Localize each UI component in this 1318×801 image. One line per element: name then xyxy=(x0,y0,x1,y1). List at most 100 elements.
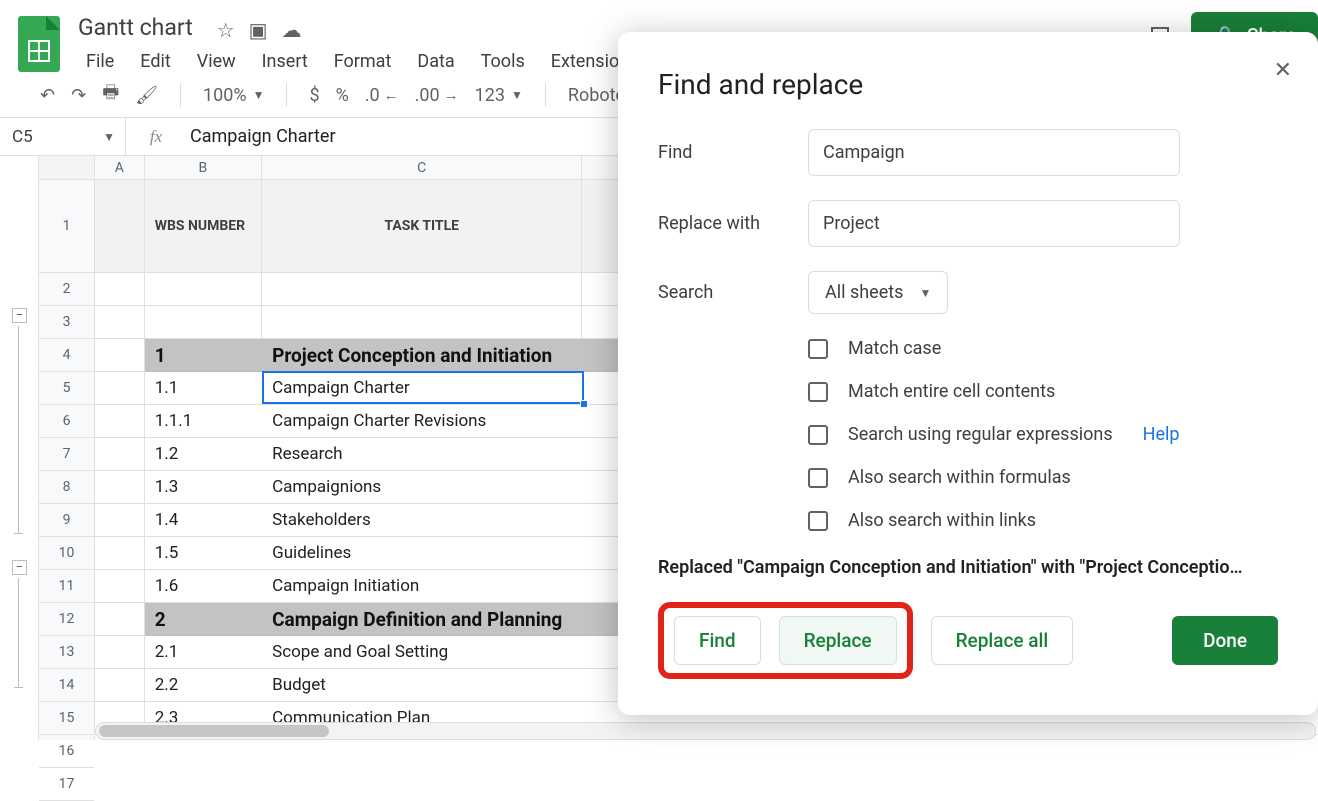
checkbox-input[interactable] xyxy=(808,468,828,488)
regex-help-link[interactable]: Help xyxy=(1143,424,1180,445)
paint-format-button[interactable]: 🖌 xyxy=(131,81,162,110)
name-box[interactable]: C5 ▼ xyxy=(0,118,126,155)
menu-format[interactable]: Format xyxy=(324,49,402,74)
search-links-checkbox[interactable]: Also search within links xyxy=(808,510,1278,531)
cell[interactable] xyxy=(95,570,145,603)
row-header[interactable]: 16 xyxy=(39,735,94,768)
cell-title[interactable]: Budget xyxy=(262,669,582,702)
cell-wbs[interactable]: 1.1.1 xyxy=(145,405,262,438)
row-header[interactable]: 2 xyxy=(39,273,94,306)
number-format-select[interactable]: 123▼ xyxy=(471,81,527,110)
regex-checkbox[interactable]: Search using regular expressionsHelp xyxy=(808,424,1278,445)
cell[interactable] xyxy=(95,405,145,438)
row-header[interactable]: 10 xyxy=(39,537,94,570)
decrease-decimal-button[interactable]: .0← xyxy=(361,81,403,110)
star-icon[interactable]: ☆ xyxy=(217,18,235,42)
cell-wbs[interactable]: 2.2 xyxy=(145,669,262,702)
checkbox-input[interactable] xyxy=(808,511,828,531)
cell-title[interactable]: Research xyxy=(262,438,582,471)
menu-tools[interactable]: Tools xyxy=(471,49,535,74)
row-header[interactable]: 14 xyxy=(39,669,94,702)
cell[interactable] xyxy=(95,669,145,702)
checkbox-input[interactable] xyxy=(808,339,828,359)
group-collapse-button[interactable]: − xyxy=(12,308,27,323)
cell-title[interactable] xyxy=(262,273,582,306)
search-scope-select[interactable]: All sheets ▼ xyxy=(808,271,948,314)
row-header[interactable]: 15 xyxy=(39,702,94,735)
zoom-select[interactable]: 100%▼ xyxy=(199,81,268,110)
column-header[interactable]: C xyxy=(262,156,582,179)
cell-title[interactable]: Scope and Goal Setting xyxy=(262,636,582,669)
cell[interactable] xyxy=(95,306,145,339)
cell-wbs[interactable]: WBS NUMBER xyxy=(145,180,262,273)
replace-button[interactable]: Replace xyxy=(779,616,897,665)
group-collapse-button[interactable]: − xyxy=(12,560,27,575)
row-header[interactable]: 4 xyxy=(39,339,94,372)
cell[interactable] xyxy=(95,438,145,471)
horizontal-scrollbar[interactable] xyxy=(95,722,1316,740)
document-title[interactable]: Gantt chart xyxy=(76,10,195,45)
cell-title[interactable]: Campaignions xyxy=(262,471,582,504)
cell-title[interactable]: Stakeholders xyxy=(262,504,582,537)
menu-view[interactable]: View xyxy=(187,49,246,74)
cell-wbs[interactable]: 1.3 xyxy=(145,471,262,504)
row-header[interactable]: 8 xyxy=(39,471,94,504)
cell[interactable] xyxy=(95,636,145,669)
increase-decimal-button[interactable]: .00→ xyxy=(411,81,463,110)
row-header[interactable]: 12 xyxy=(39,603,94,636)
cell[interactable] xyxy=(95,180,145,273)
percent-format-button[interactable]: % xyxy=(332,81,353,110)
cell-wbs[interactable]: 1.6 xyxy=(145,570,262,603)
close-icon[interactable]: ✕ xyxy=(1274,58,1292,83)
cell-title[interactable]: Project Conception and Initiation xyxy=(262,339,582,372)
find-input[interactable] xyxy=(808,129,1180,176)
move-folder-icon[interactable]: ▣ xyxy=(249,18,268,42)
cell-wbs[interactable]: 2 xyxy=(145,603,262,636)
find-button[interactable]: Find xyxy=(674,616,761,665)
cell[interactable] xyxy=(95,471,145,504)
scrollbar-thumb[interactable] xyxy=(99,725,329,737)
cell-title[interactable]: Guidelines xyxy=(262,537,582,570)
cell-wbs[interactable]: 1.1 xyxy=(145,372,262,405)
column-header[interactable]: A xyxy=(95,156,145,179)
currency-format-button[interactable]: $ xyxy=(305,81,323,110)
undo-button[interactable]: ↶ xyxy=(36,81,59,110)
done-button[interactable]: Done xyxy=(1172,616,1278,665)
menu-edit[interactable]: Edit xyxy=(130,49,180,74)
cell[interactable] xyxy=(95,504,145,537)
search-formulas-checkbox[interactable]: Also search within formulas xyxy=(808,467,1278,488)
cell[interactable] xyxy=(95,603,145,636)
row-header[interactable]: 3 xyxy=(39,306,94,339)
replace-all-button[interactable]: Replace all xyxy=(931,616,1074,665)
cell-wbs[interactable] xyxy=(145,306,262,339)
cell-title[interactable]: Campaign Definition and Planning xyxy=(262,603,582,636)
checkbox-input[interactable] xyxy=(808,425,828,445)
cell-wbs[interactable]: 1.4 xyxy=(145,504,262,537)
cell-title[interactable]: Campaign Charter xyxy=(262,372,582,405)
cell[interactable] xyxy=(95,339,145,372)
row-header[interactable]: 17 xyxy=(39,768,94,801)
row-header[interactable]: 6 xyxy=(39,405,94,438)
match-entire-cell-checkbox[interactable]: Match entire cell contents xyxy=(808,381,1278,402)
match-case-checkbox[interactable]: Match case xyxy=(808,338,1278,359)
fill-handle[interactable] xyxy=(580,400,588,408)
cell-title[interactable]: Campaign Charter Revisions xyxy=(262,405,582,438)
print-button[interactable]: 🖶 xyxy=(98,76,123,114)
menu-insert[interactable]: Insert xyxy=(252,49,318,74)
row-header[interactable]: 11 xyxy=(39,570,94,603)
menu-data[interactable]: Data xyxy=(407,49,464,74)
cell-wbs[interactable]: 2.1 xyxy=(145,636,262,669)
cell-title[interactable] xyxy=(262,306,582,339)
select-all-corner[interactable] xyxy=(39,156,94,180)
row-header[interactable]: 1 xyxy=(39,180,94,273)
row-header[interactable]: 7 xyxy=(39,438,94,471)
cell-title[interactable]: TASK TITLE xyxy=(262,180,582,273)
row-header[interactable]: 13 xyxy=(39,636,94,669)
redo-button[interactable]: ↷ xyxy=(67,81,90,110)
checkbox-input[interactable] xyxy=(808,382,828,402)
cell-wbs[interactable]: 1 xyxy=(145,339,262,372)
cell-title[interactable]: Campaign Initiation xyxy=(262,570,582,603)
cell[interactable] xyxy=(95,537,145,570)
cell[interactable] xyxy=(95,372,145,405)
row-header[interactable]: 5 xyxy=(39,372,94,405)
